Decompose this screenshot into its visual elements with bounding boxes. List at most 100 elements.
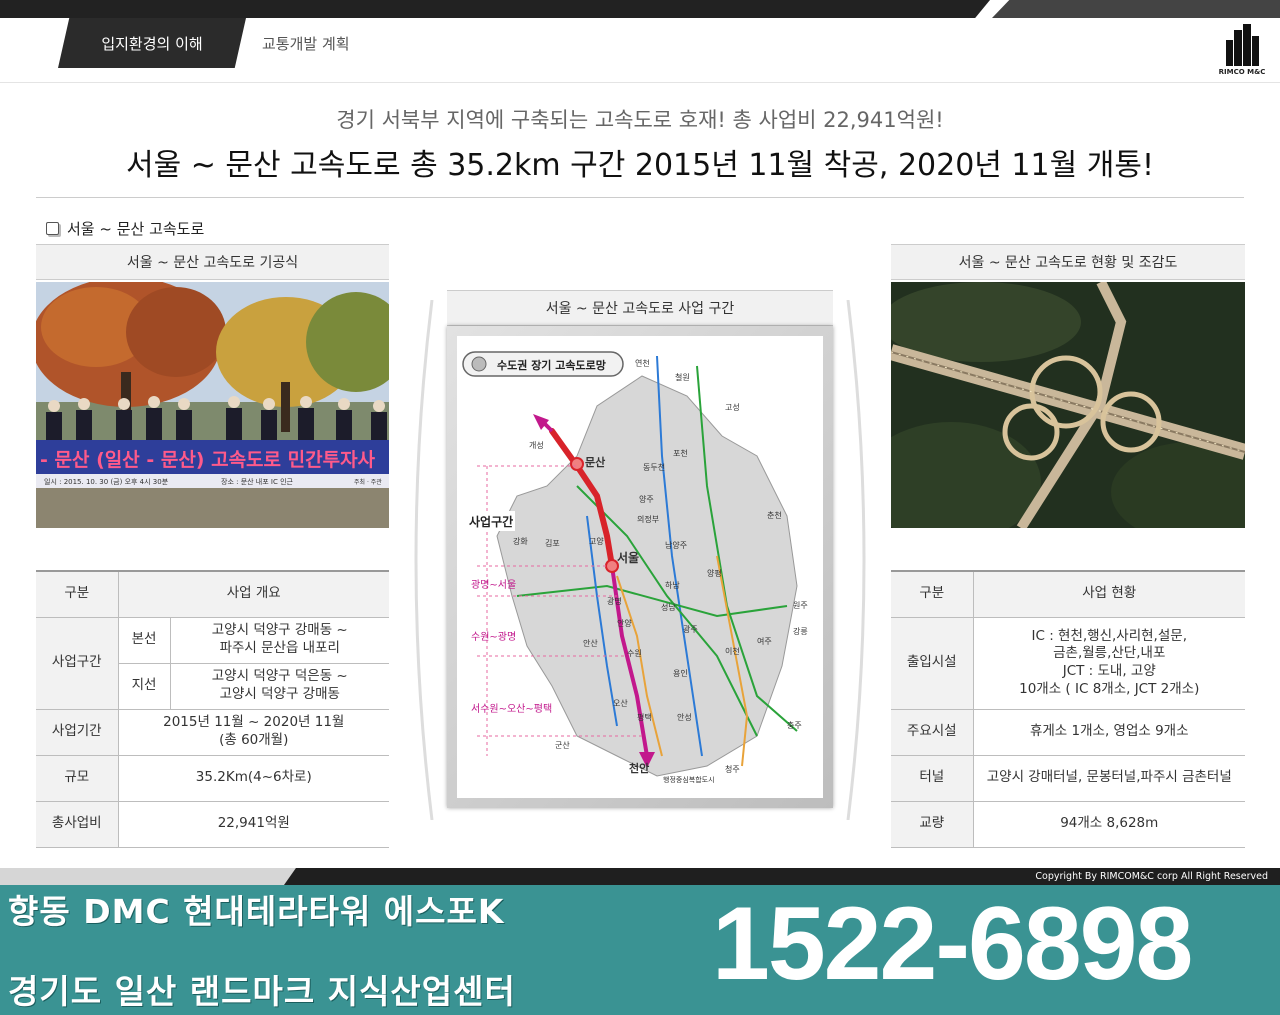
place-hanam: 하남 — [665, 580, 680, 590]
place-ansan: 안산 — [583, 638, 598, 648]
project-section-label: 사업구간 — [469, 514, 513, 529]
map-title: 수도권 장기 고속도로망 — [497, 358, 606, 372]
ceremony-banner-place: 장소 : 문산 내포 IC 인근 — [221, 477, 294, 486]
place-pyeongtaek: 평택 — [637, 712, 652, 722]
place-gimpo: 김포 — [545, 538, 560, 548]
place-dongducheon: 동두천 — [643, 462, 665, 472]
place-seoul: 서울 — [617, 550, 639, 565]
place-namyangju: 남양주 — [665, 541, 687, 550]
segment-label-gwangmyeong-seoul: 광명~서울 — [471, 579, 516, 591]
segment-label-suwon-gwangmyeong: 수원~광명 — [471, 631, 516, 643]
place-chungju: 충주 — [787, 721, 802, 730]
status-header-status: 사업 현황 — [972, 570, 1245, 618]
access-ic-line-2: 금촌,월릉,산단,내포 — [1053, 645, 1166, 662]
overview-header-summary: 사업 개요 — [117, 570, 389, 618]
logo-text: RIMCO M&C — [1218, 68, 1266, 76]
interchange-aerial-render — [891, 282, 1245, 528]
project-period-total: (총 60개월) — [219, 732, 289, 748]
left-bracket-decoration — [414, 300, 434, 820]
row-sub-mainline: 본선 — [117, 617, 170, 664]
ceremony-banner-date: 일시 : 2015. 10. 30 (금) 오후 4시 30분 — [44, 477, 169, 486]
row-sub-branch: 지선 — [117, 663, 170, 710]
place-icheon: 이천 — [725, 646, 740, 656]
place-yongin: 용인 — [673, 668, 688, 678]
overview-header-category: 구분 — [36, 570, 118, 618]
row-label-period: 사업기간 — [36, 709, 118, 756]
place-pocheon: 포천 — [673, 448, 688, 458]
sub-headline: 경기 서북부 지역에 구축되는 고속도로 호재! 총 사업비 22,941억원! — [336, 108, 944, 132]
row-label-main-facilities: 주요시설 — [891, 709, 973, 756]
row-label-access: 출입시설 — [891, 617, 973, 710]
right-panel-caption: 서울 ~ 문산 고속도로 현황 및 조감도 — [891, 244, 1245, 280]
place-suwon: 수원 — [627, 649, 642, 658]
place-yeoju: 여주 — [757, 636, 772, 646]
project-overview-table: 구분 사업 개요 사업구간 본선 고양시 덕양구 강매동 ~ 파주시 문산읍 내… — [36, 570, 389, 848]
tab-location-environment[interactable]: 입지환경의 이해 — [58, 18, 246, 68]
place-munsan: 문산 — [585, 455, 605, 469]
place-chuncheon: 춘천 — [767, 510, 782, 520]
headline-divider — [36, 197, 1244, 198]
left-panel-caption: 서울 ~ 문산 고속도로 기공식 — [36, 244, 389, 280]
place-gwangju: 광주 — [683, 624, 698, 634]
company-logo: RIMCO M&C — [1218, 24, 1266, 76]
segment-label-seosuwon-pyeongtaek: 서수원~오산~평택 — [471, 703, 552, 715]
mainline-to: 파주시 문산읍 내포리 — [219, 640, 340, 656]
project-period: 2015년 11월 ~ 2020년 11월 (총 60개월) — [117, 709, 389, 756]
place-sejong: 행정중심복합도시 — [663, 775, 715, 784]
place-cheonan: 천안 — [629, 761, 649, 775]
ceremony-banner-text: - 문산 (일산 - 문산) 고속도로 민간투자사 — [40, 449, 376, 471]
mainline-range: 고양시 덕양구 강매동 ~ 파주시 문산읍 내포리 — [169, 617, 389, 664]
highway-network-map: 수도권 장기 고속도로망 사업구간 광명~서울 수원~광명 서수원~오산~평택 … — [447, 326, 833, 808]
place-gwangmyeong: 광명 — [607, 596, 622, 606]
project-cost: 22,941억원 — [117, 801, 389, 848]
project-period-range: 2015년 11월 ~ 2020년 11월 — [163, 714, 345, 731]
row-label-bridges: 교량 — [891, 801, 973, 848]
project-scale: 35.2Km(4~6차로) — [117, 755, 389, 802]
main-headline: 서울 ~ 문산 고속도로 총 35.2km 구간 2015년 11월 착공, 2… — [126, 148, 1154, 183]
groundbreaking-ceremony-photo: - 문산 (일산 - 문산) 고속도로 민간투자사 일시 : 2015. 10.… — [36, 282, 389, 528]
building-logo-icon — [1226, 24, 1259, 66]
place-yangju: 양주 — [639, 495, 654, 504]
main-facilities: 휴게소 1개소, 영업소 9개소 — [972, 709, 1245, 756]
access-ic-line-1: IC : 현천,행신,사리현,설문, — [1031, 627, 1187, 644]
place-ganghwa: 강화 — [513, 536, 528, 546]
place-yangpyeong: 양평 — [707, 568, 722, 578]
row-label-scale: 규모 — [36, 755, 118, 802]
place-anseong: 안성 — [677, 712, 692, 722]
place-uijeongbu: 의정부 — [637, 514, 659, 524]
place-gaeseong: 개성 — [529, 440, 544, 450]
contact-banner: 향동 DMC 현대테라타워 에스포K 경기도 일산 랜드마크 지식산업센터 15… — [0, 885, 1280, 1015]
access-total-line: 10개소 ( IC 8개소, JCT 2개소) — [1019, 680, 1200, 697]
project-status-table: 구분 사업 현황 출입시설 IC : 현천,행신,사리현,설문, 금촌,월릉,산… — [891, 570, 1245, 848]
banner-line-1: 향동 DMC 현대테라타워 에스포K — [8, 892, 505, 931]
banner-line-2: 경기도 일산 랜드마크 지식산업센터 — [8, 972, 516, 1011]
status-header-category: 구분 — [891, 570, 973, 618]
row-label-tunnels: 터널 — [891, 755, 973, 802]
branch-to: 고양시 덕양구 강매동 — [219, 686, 340, 702]
center-panel-caption: 서울 ~ 문산 고속도로 사업 구간 — [447, 290, 833, 326]
branch-range: 고양시 덕양구 덕은동 ~ 고양시 덕양구 강매동 — [169, 663, 389, 710]
place-seongnam: 성남 — [661, 603, 676, 612]
right-bracket-decoration — [846, 300, 866, 820]
row-label-cost: 총사업비 — [36, 801, 118, 848]
place-cheorwon: 철원 — [675, 372, 690, 382]
tunnels: 고양시 강매터널, 문봉터널,파주시 금촌터널 — [972, 755, 1245, 802]
header-divider — [0, 82, 1280, 83]
place-cheongju: 청주 — [725, 765, 740, 774]
ceremony-banner-host: 주최 · 주관 — [354, 478, 382, 486]
access-jct-line: JCT : 도내, 고양 — [1062, 663, 1156, 679]
place-yeoncheon: 연천 — [635, 358, 650, 368]
phone-number[interactable]: 1522-6898 — [712, 887, 1193, 1002]
place-goseong: 고성 — [725, 403, 740, 412]
branch-from: 고양시 덕양구 덕은동 ~ — [211, 668, 348, 685]
top-bar — [0, 0, 1280, 18]
access-facilities: IC : 현천,행신,사리현,설문, 금촌,월릉,산단,내포 JCT : 도내,… — [972, 617, 1245, 710]
row-label-section: 사업구간 — [36, 617, 118, 710]
place-osan: 오산 — [613, 698, 628, 708]
tab-transport-plan[interactable]: 교통개발 계획 — [262, 33, 350, 54]
section-title: 서울 ~ 문산 고속도로 — [46, 218, 204, 239]
copyright-text: Copyright By RIMCOM&C corp All Right Res… — [1035, 871, 1268, 882]
square-bullet-icon — [46, 222, 59, 235]
place-wonju: 원주 — [793, 601, 808, 610]
place-anyang: 안양 — [617, 618, 632, 628]
